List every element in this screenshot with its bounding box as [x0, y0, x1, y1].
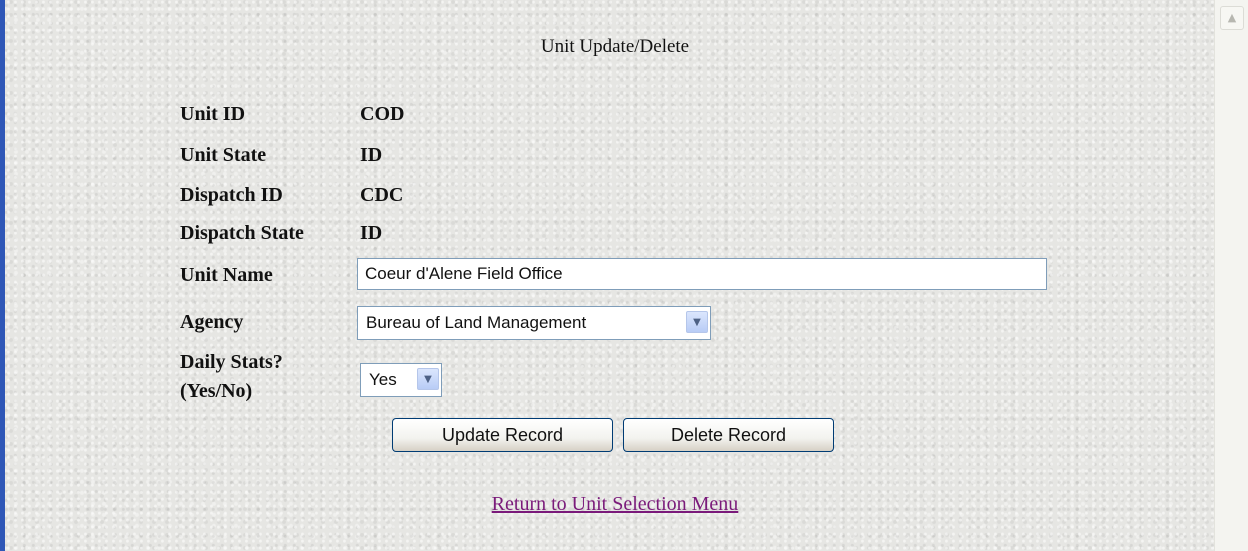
return-to-unit-selection-link[interactable]: Return to Unit Selection Menu: [492, 493, 739, 515]
chevron-down-icon[interactable]: ▼: [417, 368, 439, 390]
window-left-border: [0, 0, 5, 551]
page-title: Unit Update/Delete: [540, 36, 690, 57]
unit-name-label: Unit Name: [180, 264, 273, 286]
dispatch-id-value: CDC: [360, 184, 404, 206]
agency-select[interactable]: Bureau of Land Management ▼: [357, 306, 711, 340]
chevron-down-icon[interactable]: ▼: [686, 311, 708, 333]
agency-select-value: Bureau of Land Management: [366, 313, 587, 332]
daily-stats-select[interactable]: Yes ▼: [360, 363, 442, 397]
agency-label: Agency: [180, 311, 244, 333]
dispatch-state-value: ID: [360, 222, 383, 244]
dispatch-id-label: Dispatch ID: [180, 184, 283, 206]
unit-id-value: COD: [360, 103, 405, 125]
unit-state-value: ID: [360, 144, 383, 166]
vertical-scrollbar[interactable]: ▲: [1214, 0, 1248, 551]
daily-stats-select-value: Yes: [369, 370, 397, 389]
unit-id-label: Unit ID: [180, 103, 246, 125]
daily-stats-label: Daily Stats?: [180, 351, 283, 373]
daily-stats-hint: (Yes/No): [180, 380, 253, 402]
update-record-button[interactable]: Update Record: [392, 418, 613, 452]
dispatch-state-label: Dispatch State: [180, 222, 304, 244]
delete-record-button[interactable]: Delete Record: [623, 418, 834, 452]
scroll-up-icon[interactable]: ▲: [1220, 6, 1244, 30]
return-link-container: Return to Unit Selection Menu: [0, 493, 1230, 516]
unit-state-label: Unit State: [180, 144, 267, 166]
unit-name-input[interactable]: Coeur d'Alene Field Office: [357, 258, 1047, 290]
